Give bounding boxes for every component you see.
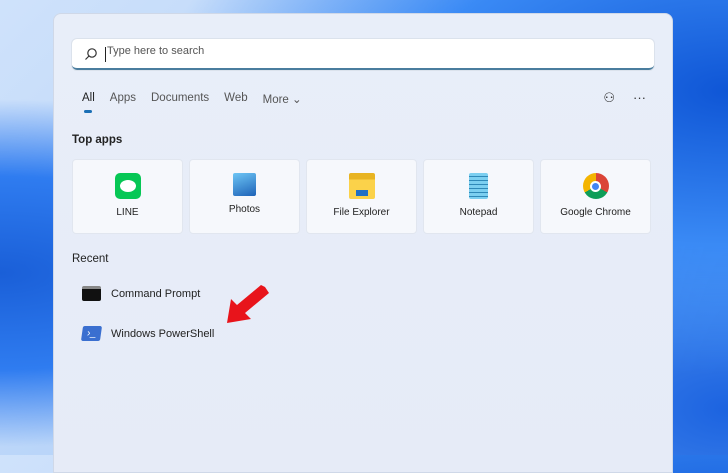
search-icon [85, 48, 97, 60]
search-box[interactable] [72, 39, 654, 70]
tile-label: LINE [116, 207, 139, 218]
recent-heading: Recent [72, 253, 109, 265]
app-tile-google-chrome[interactable]: Google Chrome [540, 159, 651, 234]
filter-tabs: All Apps Documents Web More ⌄ [82, 92, 302, 113]
tab-apps[interactable]: Apps [110, 92, 136, 106]
tile-label: Photos [228, 204, 261, 215]
app-tile-photos[interactable]: Photos [189, 159, 300, 234]
recent-item-windows-powershell[interactable]: ›_ Windows PowerShell [80, 326, 215, 341]
text-caret [105, 47, 106, 62]
notepad-icon [469, 173, 488, 199]
top-apps-heading: Top apps [72, 134, 123, 146]
search-input[interactable] [107, 45, 607, 57]
line-icon [114, 173, 141, 199]
tile-label: Notepad [459, 207, 498, 218]
app-tile-notepad[interactable]: Notepad [423, 159, 534, 234]
tab-all[interactable]: All [82, 92, 95, 113]
tab-web[interactable]: Web [224, 92, 247, 106]
tile-label: File Explorer [333, 207, 390, 218]
account-switch-icon[interactable]: ⚇ [603, 90, 615, 106]
app-tile-line[interactable]: LINE [72, 159, 183, 234]
recent-item-label: Command Prompt [111, 287, 201, 300]
more-options-icon[interactable]: ··· [633, 90, 646, 106]
tile-label: Google Chrome [560, 207, 631, 218]
tab-more[interactable]: More ⌄ [263, 92, 302, 106]
red-arrow-annotation [227, 285, 269, 323]
chrome-icon [582, 173, 609, 199]
recent-item-command-prompt[interactable]: Command Prompt [82, 286, 200, 301]
powershell-icon: ›_ [80, 326, 103, 341]
tab-documents[interactable]: Documents [151, 92, 209, 106]
command-prompt-icon [82, 286, 101, 301]
photos-icon [233, 173, 256, 196]
folder-icon [348, 173, 375, 199]
recent-item-label: Windows PowerShell [111, 327, 215, 340]
start-search-panel: All Apps Documents Web More ⌄ ⚇ ··· Top … [53, 13, 673, 473]
app-tile-file-explorer[interactable]: File Explorer [306, 159, 417, 234]
